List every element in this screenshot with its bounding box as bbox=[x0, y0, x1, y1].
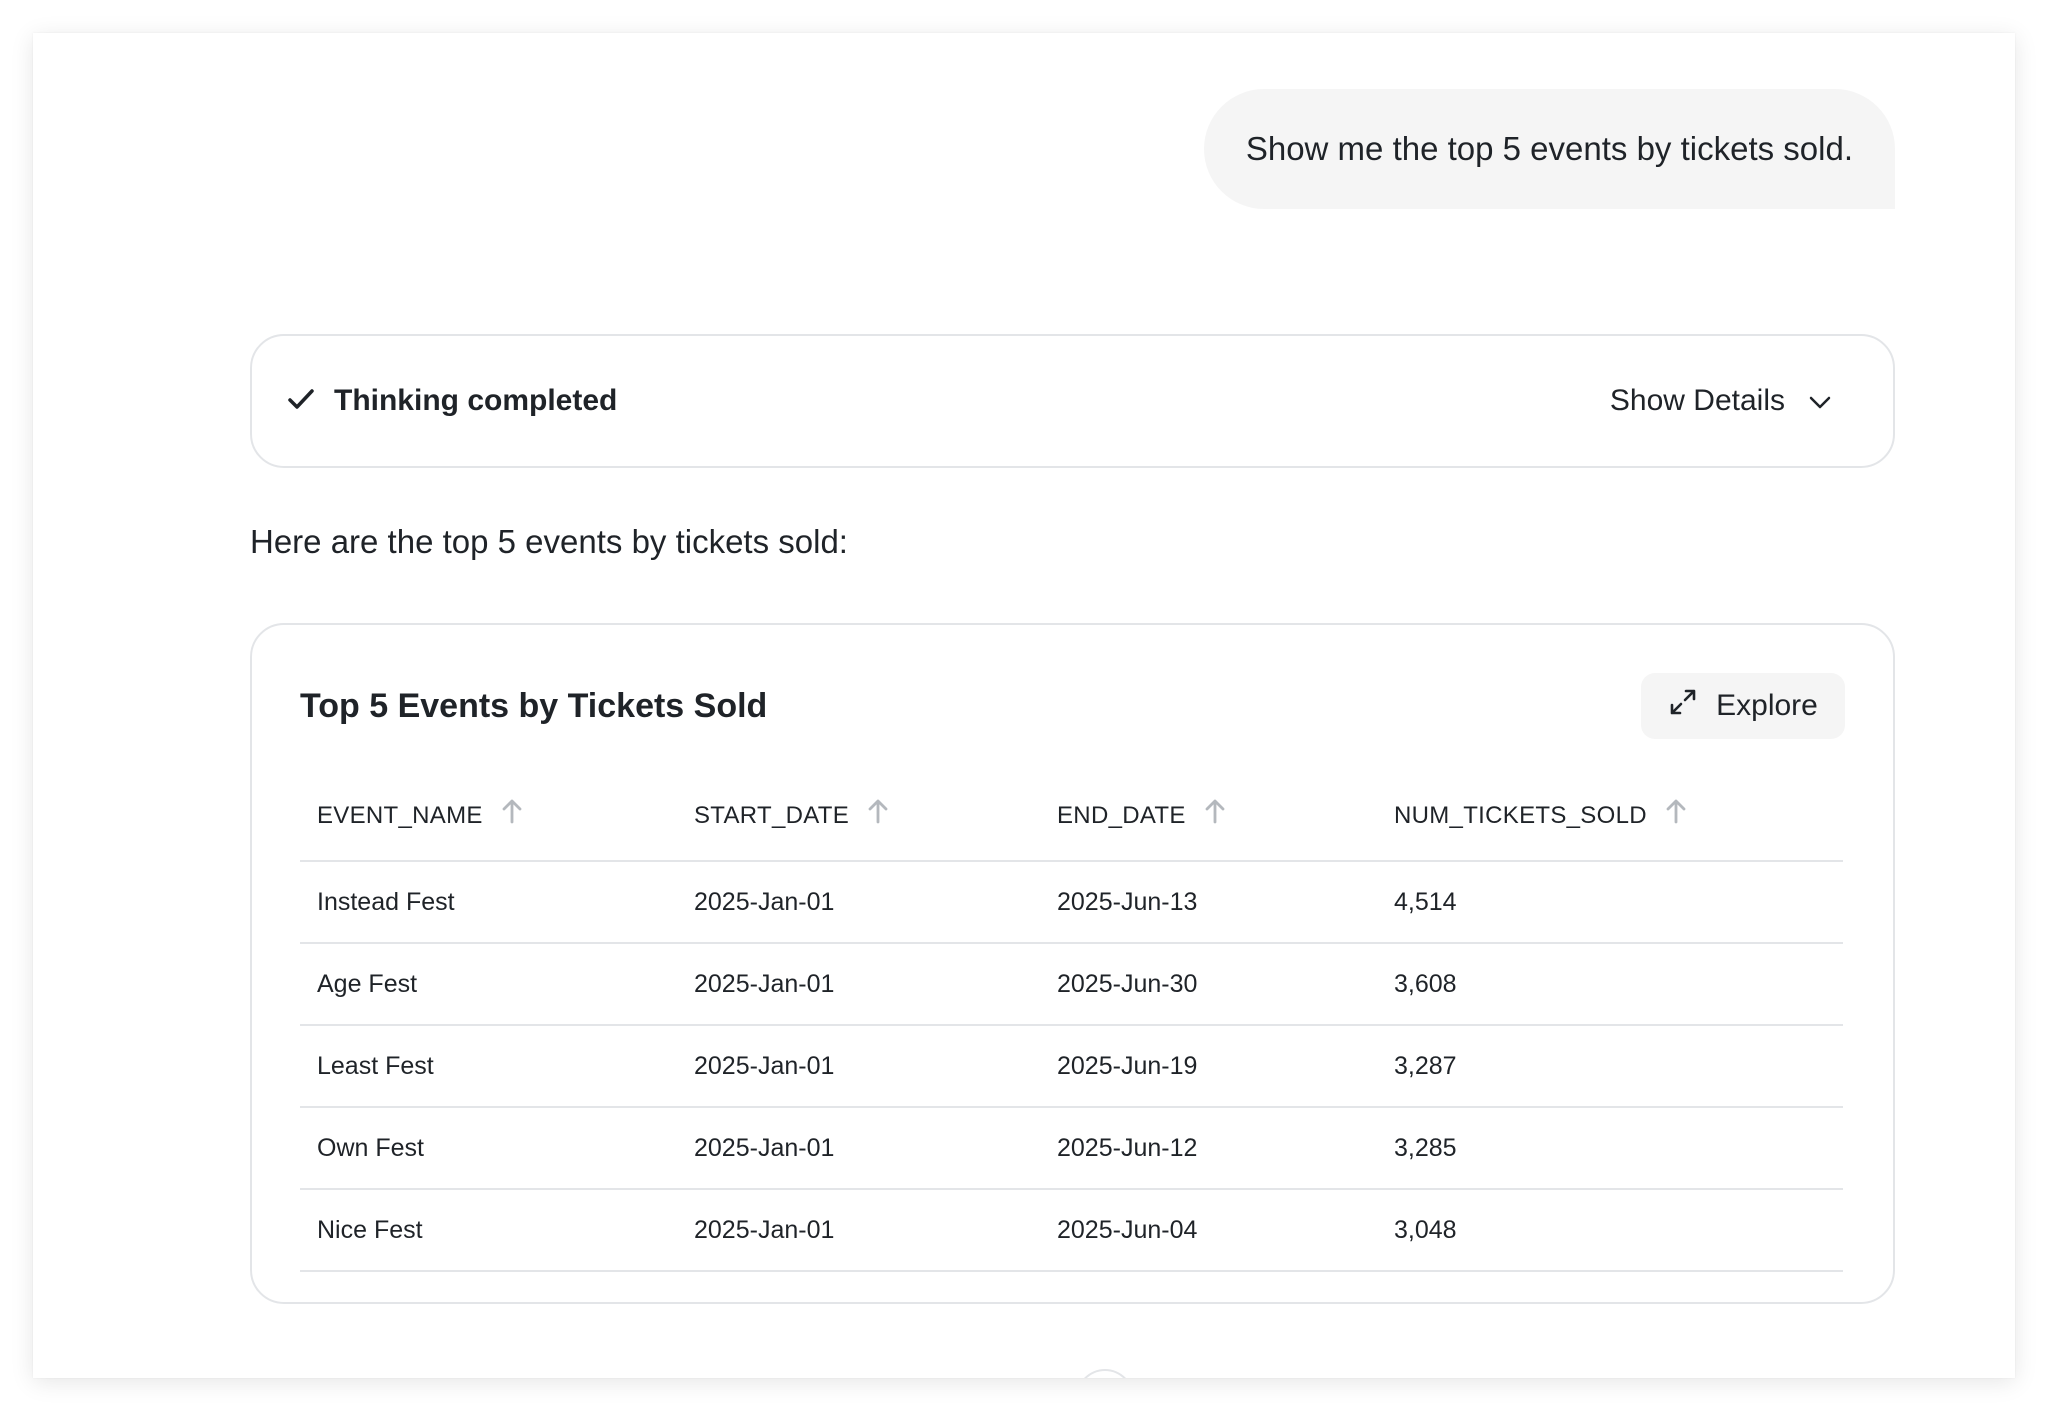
table-row: Instead Fest 2025-Jan-01 2025-Jun-13 4,5… bbox=[300, 861, 1843, 944]
table-row: Own Fest 2025-Jan-01 2025-Jun-12 3,285 bbox=[300, 1107, 1843, 1190]
cell-num-tickets-sold: 3,048 bbox=[1377, 1189, 1843, 1272]
cell-start-date: 2025-Jan-01 bbox=[677, 861, 1040, 944]
chevron-down-icon bbox=[1809, 384, 1831, 418]
sort-ascending-icon[interactable] bbox=[501, 798, 523, 831]
sort-ascending-icon[interactable] bbox=[1665, 798, 1687, 831]
thinking-status-panel: Thinking completed Show Details bbox=[250, 334, 1895, 468]
user-message-text: Show me the top 5 events by tickets sold… bbox=[1245, 130, 1853, 167]
assistant-answer-text: Here are the top 5 events by tickets sol… bbox=[250, 523, 848, 560]
cell-event-name: Nice Fest bbox=[300, 1189, 677, 1272]
table-row: Age Fest 2025-Jan-01 2025-Jun-30 3,608 bbox=[300, 943, 1843, 1026]
cell-num-tickets-sold: 3,285 bbox=[1377, 1107, 1843, 1190]
column-header-start-date[interactable]: START_DATE bbox=[677, 773, 1040, 862]
column-header-event-name[interactable]: EVENT_NAME bbox=[300, 773, 677, 862]
sort-ascending-icon[interactable] bbox=[1204, 798, 1226, 831]
table-header-row: EVENT_NAME START_DATE END_DATE NUM_TICKE… bbox=[300, 773, 1843, 862]
results-table-card: Top 5 Events by Tickets Sold Explore EVE… bbox=[250, 623, 1895, 1304]
cell-end-date: 2025-Jun-30 bbox=[1040, 943, 1377, 1026]
results-table: EVENT_NAME START_DATE END_DATE NUM_TICKE… bbox=[300, 773, 1843, 1272]
cell-start-date: 2025-Jan-01 bbox=[677, 943, 1040, 1026]
column-header-num-tickets-sold[interactable]: NUM_TICKETS_SOLD bbox=[1377, 773, 1843, 862]
thinking-status-label: Thinking completed bbox=[334, 384, 618, 417]
table-row: Least Fest 2025-Jan-01 2025-Jun-19 3,287 bbox=[300, 1025, 1843, 1108]
cell-event-name: Instead Fest bbox=[300, 861, 677, 944]
explore-label: Explore bbox=[1716, 689, 1818, 722]
cell-num-tickets-sold: 3,608 bbox=[1377, 943, 1843, 1026]
sort-ascending-icon[interactable] bbox=[867, 798, 889, 831]
expand-icon bbox=[1668, 687, 1698, 725]
show-details-label: Show Details bbox=[1609, 384, 1785, 417]
column-header-end-date[interactable]: END_DATE bbox=[1040, 773, 1377, 862]
cell-end-date: 2025-Jun-04 bbox=[1040, 1189, 1377, 1272]
cell-num-tickets-sold: 4,514 bbox=[1377, 861, 1843, 944]
show-details-button[interactable]: Show Details bbox=[1610, 384, 1831, 418]
cell-event-name: Own Fest bbox=[300, 1107, 677, 1190]
table-row: Nice Fest 2025-Jan-01 2025-Jun-04 3,048 bbox=[300, 1189, 1843, 1272]
cell-start-date: 2025-Jan-01 bbox=[677, 1025, 1040, 1108]
cell-end-date: 2025-Jun-19 bbox=[1040, 1025, 1377, 1108]
table-card-title: Top 5 Events by Tickets Sold bbox=[300, 687, 768, 725]
cell-start-date: 2025-Jan-01 bbox=[677, 1107, 1040, 1190]
cell-num-tickets-sold: 3,287 bbox=[1377, 1025, 1843, 1108]
cell-event-name: Age Fest bbox=[300, 943, 677, 1026]
scroll-down-button[interactable] bbox=[1076, 1369, 1134, 1378]
cell-start-date: 2025-Jan-01 bbox=[677, 1189, 1040, 1272]
user-message-bubble: Show me the top 5 events by tickets sold… bbox=[1203, 89, 1895, 209]
cell-end-date: 2025-Jun-12 bbox=[1040, 1107, 1377, 1190]
check-icon bbox=[288, 388, 314, 415]
explore-button[interactable]: Explore bbox=[1641, 673, 1845, 739]
cell-end-date: 2025-Jun-13 bbox=[1040, 861, 1377, 944]
chat-panel: Show me the top 5 events by tickets sold… bbox=[33, 33, 2015, 1378]
cell-event-name: Least Fest bbox=[300, 1025, 677, 1108]
